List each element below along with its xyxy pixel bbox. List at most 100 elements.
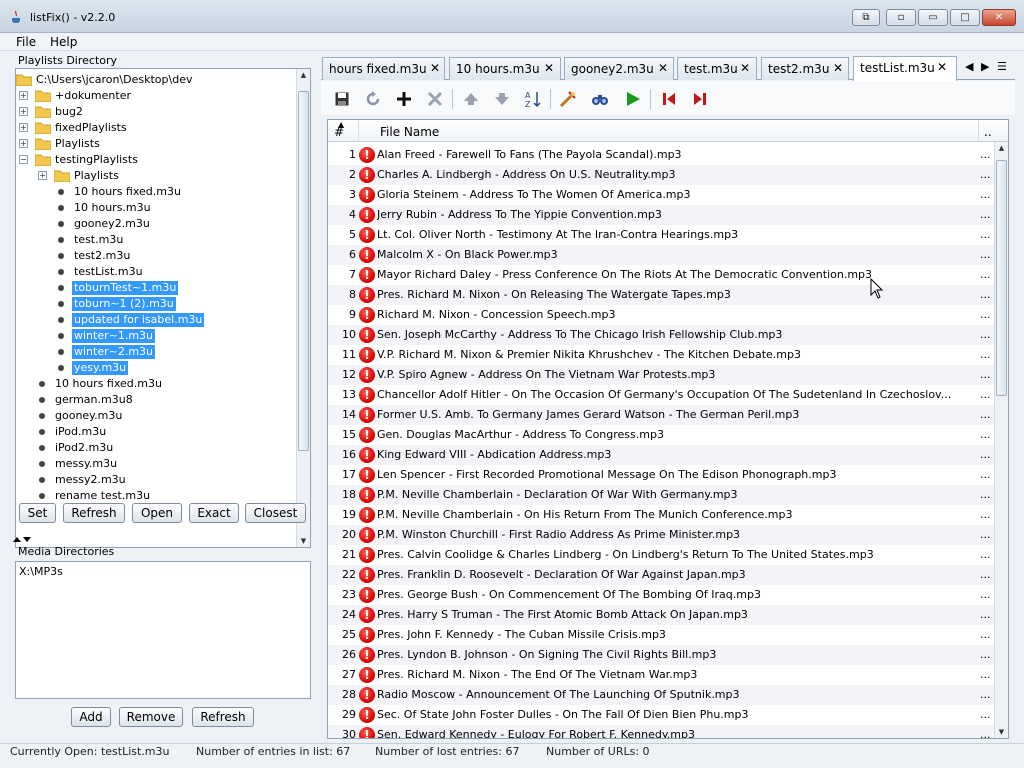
close-tab-icon[interactable]: ✕ (740, 61, 750, 75)
row-more-button[interactable]: ... (980, 168, 991, 181)
tree-root[interactable]: C:\Users\jcaron\Desktop\dev (16, 72, 296, 88)
first-lost-icon[interactable] (658, 88, 680, 110)
scroll-down-icon[interactable]: ▼ (297, 535, 310, 547)
table-row[interactable]: 13! Chancellor Adolf Hitler - On The Occa… (328, 385, 996, 405)
table-row[interactable]: 5! Lt. Col. Oliver North - Testimony At T… (328, 225, 996, 245)
table-scrollbar[interactable]: ▲ ▼ (994, 142, 1008, 738)
row-more-button[interactable]: ... (980, 408, 991, 421)
expand-icon[interactable]: + (19, 91, 28, 100)
row-more-button[interactable]: ... (980, 708, 991, 721)
tree-playlist-file[interactable]: updated for isabel.m3u (16, 312, 296, 328)
refresh-media-button[interactable]: Refresh (192, 707, 254, 727)
tree-playlist-file[interactable]: 10 hours fixed.m3u (16, 184, 296, 200)
row-more-button[interactable]: ... (980, 188, 991, 201)
table-row[interactable]: 2! Charles A. Lindbergh - Address On U.S.… (328, 165, 996, 185)
expand-icon[interactable]: + (19, 139, 28, 148)
close-tab-icon[interactable]: ✕ (544, 61, 554, 75)
close-tab-icon[interactable]: ✕ (430, 61, 440, 75)
remove-media-button[interactable]: Remove (119, 707, 183, 727)
table-row[interactable]: 17! Len Spencer - First Recorded Promotio… (328, 465, 996, 485)
row-more-button[interactable]: ... (980, 548, 991, 561)
tree-playlist-file[interactable]: 10 hours.m3u (16, 200, 296, 216)
table-row[interactable]: 8! Pres. Richard M. Nixon - On Releasing … (328, 285, 996, 305)
tree-playlist-file[interactable]: messy2.m3u (16, 472, 296, 488)
row-more-button[interactable]: ... (980, 468, 991, 481)
playlists-tree[interactable]: C:\Users\jcaron\Desktop\dev + +dokumenter +… (15, 68, 311, 548)
table-row[interactable]: 28! Radio Moscow - Announcement Of The La… (328, 685, 996, 705)
table-row[interactable]: 11! V.P. Richard M. Nixon & Premier Nikit… (328, 345, 996, 365)
tree-folder[interactable]: + Playlists (16, 168, 296, 184)
row-more-button[interactable]: ... (980, 648, 991, 661)
row-more-button[interactable]: ... (980, 528, 991, 541)
tree-playlist-file[interactable]: testList.m3u (16, 264, 296, 280)
tree-playlist-file[interactable]: yesy.m3u (16, 360, 296, 376)
repair-icon[interactable] (557, 88, 579, 110)
tab-10-hours[interactable]: 10 hours.m3u ✕ (449, 57, 561, 80)
close-tab-icon[interactable]: ✕ (833, 61, 843, 75)
row-more-button[interactable]: ... (980, 448, 991, 461)
row-more-button[interactable]: ... (980, 348, 991, 361)
menu-file[interactable]: File (16, 35, 36, 49)
reload-icon[interactable] (362, 88, 384, 110)
tree-playlist-file[interactable]: rename test.m3u (16, 488, 296, 504)
media-directories-list[interactable]: X:\MP3s (15, 561, 311, 699)
column-header-more[interactable]: .. (984, 125, 992, 139)
table-row[interactable]: 20! P.M. Winston Churchill - First Radio … (328, 525, 996, 545)
play-icon[interactable] (622, 88, 644, 110)
table-row[interactable]: 25! Pres. John F. Kennedy - The Cuban Mis… (328, 625, 996, 645)
maximize-button[interactable]: □ (950, 9, 980, 26)
table-row[interactable]: 15! Gen. Douglas MacArthur - Address To C… (328, 425, 996, 445)
tab-test[interactable]: test.m3u ✕ (677, 57, 757, 80)
expand-icon[interactable]: + (19, 107, 28, 116)
restore-button[interactable]: ▭ (918, 9, 948, 26)
find-icon[interactable] (589, 88, 611, 110)
column-separator[interactable] (358, 120, 359, 142)
row-more-button[interactable]: ... (980, 508, 991, 521)
row-more-button[interactable]: ... (980, 628, 991, 641)
media-directory-item[interactable]: X:\MP3s (19, 565, 63, 578)
tree-playlist-file[interactable]: gooney.m3u (16, 408, 296, 424)
tab-scroll-left-icon[interactable]: ◀ (965, 60, 973, 73)
column-header-file-name[interactable]: File Name (380, 125, 439, 139)
table-row[interactable]: 26! Pres. Lyndon B. Johnson - On Signing … (328, 645, 996, 665)
row-more-button[interactable]: ... (980, 688, 991, 701)
table-row[interactable]: 6! Malcolm X - On Black Power.mp3... (328, 245, 996, 265)
row-more-button[interactable]: ... (980, 588, 991, 601)
tree-playlist-file[interactable]: german.m3u8 (16, 392, 296, 408)
tree-scrollbar[interactable]: ▲ ▼ (296, 69, 310, 547)
tree-playlist-file[interactable]: iPod.m3u (16, 424, 296, 440)
tree-scroll-thumb[interactable] (298, 91, 309, 451)
row-more-button[interactable]: ... (980, 148, 991, 161)
tree-folder[interactable]: + bug2 (16, 104, 296, 120)
table-row[interactable]: 21! Pres. Calvin Coolidge & Charles Lindb… (328, 545, 996, 565)
menu-help[interactable]: Help (50, 35, 77, 49)
table-row[interactable]: 22! Pres. Franklin D. Roosevelt - Declara… (328, 565, 996, 585)
row-more-button[interactable]: ... (980, 328, 991, 341)
tab-scroll-right-icon[interactable]: ▶ (981, 60, 989, 73)
tree-playlist-file[interactable]: winter~2.m3u (16, 344, 296, 360)
set-button[interactable]: Set (19, 503, 56, 523)
scroll-up-icon[interactable]: ▲ (995, 142, 1008, 154)
collapse-icon[interactable]: − (19, 155, 28, 164)
scroll-up-icon[interactable]: ▲ (297, 69, 310, 81)
row-more-button[interactable]: ... (980, 268, 991, 281)
row-more-button[interactable]: ... (980, 288, 991, 301)
row-more-button[interactable]: ... (980, 428, 991, 441)
expand-icon[interactable]: + (38, 171, 47, 180)
table-row[interactable]: 19! P.M. Neville Chamberlain - On His Ret… (328, 505, 996, 525)
row-more-button[interactable]: ... (980, 308, 991, 321)
close-button[interactable]: ✕ (982, 9, 1016, 26)
table-row[interactable]: 7! Mayor Richard Daley - Press Conference… (328, 265, 996, 285)
next-lost-icon[interactable] (689, 88, 711, 110)
tree-folder[interactable]: + +dokumenter (16, 88, 296, 104)
tab-list-icon[interactable]: ☰ (997, 60, 1007, 73)
table-row[interactable]: 1! Alan Freed - Farewell To Fans (The Pay… (328, 145, 996, 165)
table-row[interactable]: 24! Pres. Harry S Truman - The First Atom… (328, 605, 996, 625)
row-more-button[interactable]: ... (980, 388, 991, 401)
tree-playlist-file[interactable]: 10 hours fixed.m3u (16, 376, 296, 392)
row-more-button[interactable]: ... (980, 728, 991, 738)
table-row[interactable]: 3! Gloria Steinem - Address To The Women … (328, 185, 996, 205)
row-more-button[interactable]: ... (980, 668, 991, 681)
row-more-button[interactable]: ... (980, 368, 991, 381)
table-row[interactable]: 9! Richard M. Nixon - Concession Speech.m… (328, 305, 996, 325)
